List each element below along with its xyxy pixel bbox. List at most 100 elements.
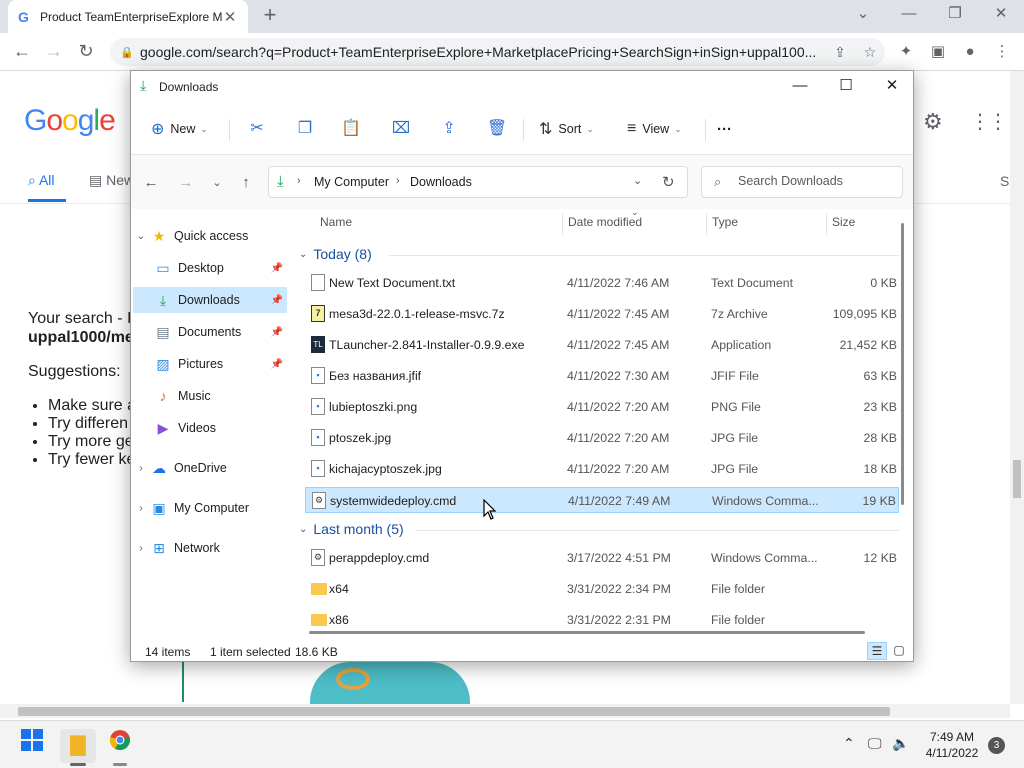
file-row[interactable]: x86 3/31/2022 2:31 PM File folder — [305, 607, 899, 629]
search-input[interactable] — [738, 174, 898, 188]
nav-onedrive[interactable]: › ☁ OneDrive — [133, 455, 287, 481]
sort-button[interactable]: ⇅ Sort ⌄ — [539, 117, 594, 141]
file-row[interactable]: ▪ lubieptoszki.png 4/11/2022 7:20 AM PNG… — [305, 394, 899, 420]
group-header-last-month[interactable]: ⌄ Last month (5) — [299, 521, 404, 537]
chrome-taskbar-button[interactable] — [102, 729, 138, 763]
forward-arrow-icon[interactable]: → — [175, 172, 197, 194]
nav-pictures[interactable]: ▨ Pictures 📌 — [133, 351, 287, 377]
explorer-titlebar[interactable]: ⤓ Downloads — ☐ ✕ — [131, 71, 913, 103]
restore-browser-button[interactable]: ❐ — [932, 0, 978, 30]
profile-avatar[interactable]: ● — [958, 41, 982, 65]
new-tab-button[interactable]: + — [258, 4, 282, 28]
new-button[interactable]: ⊕ New ⌄ — [151, 117, 208, 141]
clock[interactable]: 7:49 AM 4/11/2022 — [918, 729, 986, 761]
details-view-icon[interactable]: ☰ — [867, 642, 887, 660]
expanded-chevron-icon[interactable]: ⌄ — [133, 231, 149, 242]
breadcrumb-downloads[interactable]: Downloads — [410, 175, 472, 189]
forward-icon[interactable]: → — [40, 39, 68, 65]
side-panel-icon[interactable]: ▣ — [926, 41, 950, 65]
group-chevron-icon[interactable]: ⌄ — [299, 524, 307, 535]
tab-search-icon[interactable]: ⌄ — [840, 0, 886, 30]
address-history-chevron-icon[interactable]: ⌄ — [633, 174, 642, 187]
start-button[interactable] — [14, 729, 50, 763]
file-row[interactable]: ▪ Без названия.jfif 4/11/2022 7:30 AM JF… — [305, 363, 899, 389]
extensions-icon[interactable]: ✦ — [894, 41, 918, 65]
cut-icon[interactable]: ✂ — [243, 117, 271, 141]
up-arrow-icon[interactable]: ↑ — [235, 172, 257, 194]
group-chevron-icon[interactable]: ⌄ — [299, 249, 307, 260]
collapsed-chevron-icon[interactable]: › — [133, 543, 149, 554]
page-vertical-scroll-thumb[interactable] — [1013, 460, 1021, 498]
breadcrumb-my-computer[interactable]: My Computer — [314, 175, 389, 189]
show-hidden-icons-chevron-icon[interactable]: ⌃ — [843, 735, 855, 752]
network-status-icon[interactable]: 🖵 — [868, 735, 882, 752]
file-explorer-taskbar-button[interactable]: ▇ — [60, 729, 96, 763]
column-separator[interactable] — [706, 213, 707, 235]
back-arrow-icon[interactable]: ← — [140, 172, 162, 194]
minimize-browser-button[interactable]: — — [886, 0, 932, 30]
column-separator[interactable] — [826, 213, 827, 235]
refresh-icon[interactable]: ↻ — [662, 173, 675, 191]
column-header-size[interactable]: Size — [832, 215, 855, 229]
file-row[interactable]: x64 3/31/2022 2:34 PM File folder — [305, 576, 899, 602]
copy-icon[interactable]: ❐ — [291, 117, 319, 141]
rename-icon[interactable]: ⌧ — [387, 117, 415, 141]
nav-desktop[interactable]: ▭ Desktop 📌 — [133, 255, 287, 281]
breadcrumb-separator-icon[interactable]: › — [396, 175, 400, 187]
reload-icon[interactable]: ↻ — [72, 39, 100, 65]
large-icons-view-icon[interactable]: ▢ — [889, 642, 909, 660]
address-bar[interactable]: 🔒 google.com/search?q=Product+TeamEnterp… — [110, 38, 885, 66]
file-list-horizontal-scrollbar[interactable] — [309, 631, 865, 634]
minimize-button[interactable]: — — [777, 71, 823, 101]
chevron-down-icon: ⌄ — [200, 123, 208, 134]
column-header-type[interactable]: Type — [712, 215, 738, 229]
close-button[interactable]: ✕ — [869, 71, 913, 101]
nav-videos[interactable]: ▶ Videos — [133, 415, 287, 441]
page-vertical-scrollbar[interactable] — [1010, 71, 1024, 704]
back-icon[interactable]: ← — [8, 39, 36, 65]
breadcrumb-separator-icon[interactable]: › — [297, 175, 301, 187]
share-icon[interactable]: ⇪ — [825, 44, 855, 61]
google-logo[interactable]: Google — [24, 104, 116, 138]
view-button[interactable]: ≡ View ⌄ — [627, 117, 682, 141]
file-row[interactable]: New Text Document.txt 4/11/2022 7:46 AM … — [305, 270, 899, 296]
share-icon[interactable]: ⇪ — [435, 117, 463, 141]
nav-downloads[interactable]: ⤓ Downloads 📌 — [133, 287, 287, 313]
bookmark-star-icon[interactable]: ☆ — [855, 44, 885, 61]
close-browser-button[interactable]: ✕ — [978, 0, 1024, 30]
collapsed-chevron-icon[interactable]: › — [133, 503, 149, 514]
settings-gear-icon[interactable]: ⚙ — [923, 109, 943, 135]
page-horizontal-scroll-thumb[interactable] — [18, 707, 890, 716]
nav-quick-access[interactable]: ⌄ ★ Quick access — [133, 223, 287, 249]
file-row[interactable]: TL TLauncher-2.841-Installer-0.9.9.exe 4… — [305, 332, 899, 358]
search-tab-news[interactable]: ▤ New — [89, 172, 134, 189]
recent-locations-chevron-icon[interactable]: ⌄ — [206, 172, 228, 194]
column-header-name[interactable]: Name — [320, 215, 352, 229]
file-row[interactable]: 7 mesa3d-22.0.1-release-msvc.7z 4/11/202… — [305, 301, 899, 327]
browser-menu-icon[interactable]: ⋮ — [990, 41, 1014, 65]
search-box[interactable]: ⌕ — [701, 166, 903, 198]
search-tab-all[interactable]: ⌕ All — [28, 172, 55, 189]
nav-documents[interactable]: ▤ Documents 📌 — [133, 319, 287, 345]
browser-tab[interactable]: G Product TeamEnterpriseExplore M ✕ — [8, 0, 248, 33]
close-tab-icon[interactable]: ✕ — [222, 8, 238, 26]
nav-network[interactable]: › ⊞ Network — [133, 535, 287, 561]
column-separator[interactable] — [562, 213, 563, 235]
nav-music[interactable]: ♪ Music — [133, 383, 287, 409]
maximize-button[interactable]: ☐ — [823, 71, 869, 101]
volume-icon[interactable]: 🔈 — [892, 735, 909, 752]
file-row[interactable]: ▪ kichajacyptoszek.jpg 4/11/2022 7:20 AM… — [305, 456, 899, 482]
nav-my-computer[interactable]: › ▣ My Computer — [133, 495, 287, 521]
collapsed-chevron-icon[interactable]: › — [133, 463, 149, 474]
address-breadcrumb-bar[interactable]: ⤓ › My Computer › Downloads ⌄ ↻ — [268, 166, 688, 198]
file-row[interactable]: ⚙ perappdeploy.cmd 3/17/2022 4:51 PM Win… — [305, 545, 899, 571]
paste-icon[interactable]: 📋 — [337, 117, 365, 141]
file-row-selected[interactable]: ⚙ systemwidedeploy.cmd 4/11/2022 7:49 AM… — [305, 487, 899, 513]
notification-badge[interactable]: 3 — [988, 737, 1005, 754]
file-row[interactable]: ▪ ptoszek.jpg 4/11/2022 7:20 AM JPG File… — [305, 425, 899, 451]
delete-icon[interactable]: 🗑 — [483, 117, 511, 141]
more-options-button[interactable]: ··· — [717, 117, 732, 141]
group-header-today[interactable]: ⌄ Today (8) — [299, 246, 372, 262]
search-tab-more[interactable]: S — [1000, 173, 1009, 189]
file-list-vertical-scrollbar[interactable] — [901, 223, 904, 505]
